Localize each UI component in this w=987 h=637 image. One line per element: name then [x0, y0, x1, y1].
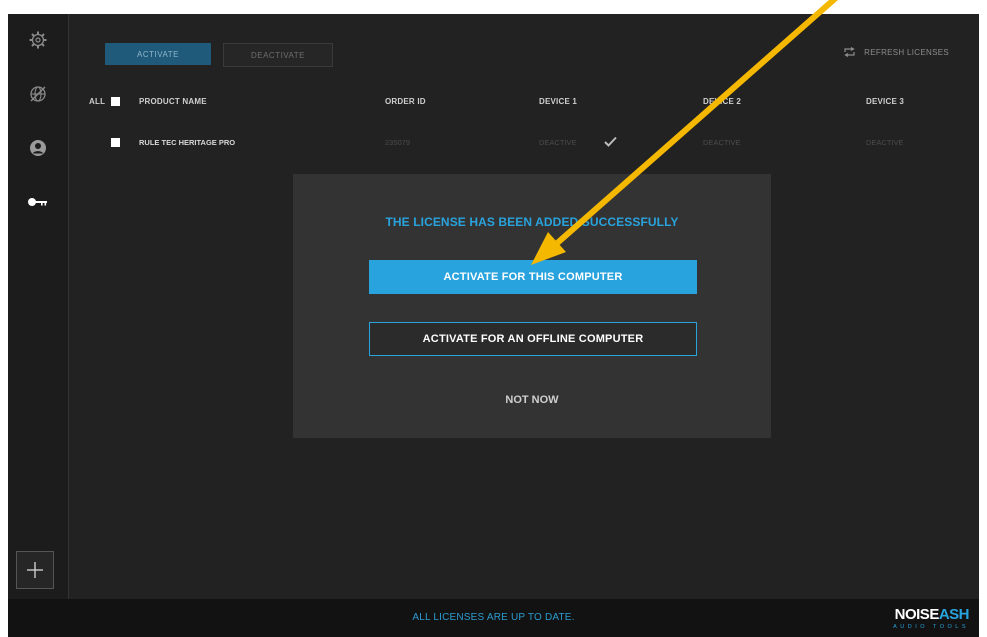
status-bar: ALL LICENSES ARE UP TO DATE. NOISEASH AU… — [8, 599, 979, 637]
row-checkbox[interactable] — [111, 138, 120, 147]
column-header-device3: DEVICE 3 — [866, 97, 905, 106]
row-order-id: 235079 — [385, 138, 411, 147]
activate-button[interactable]: ACTIVATE — [105, 43, 211, 65]
status-message: ALL LICENSES ARE UP TO DATE. — [412, 612, 575, 623]
logo-text-ash: ASH — [938, 606, 970, 623]
column-header-device1: DEVICE 1 — [539, 97, 578, 106]
select-all-checkbox[interactable] — [111, 97, 120, 106]
checkmark-icon — [604, 136, 617, 147]
deactivate-button[interactable]: DEACTIVATE — [223, 43, 333, 67]
column-header-device2: DEVICE 2 — [703, 97, 742, 106]
refresh-licenses-button[interactable]: REFRESH LICENSES — [843, 47, 949, 57]
refresh-icon — [844, 47, 855, 57]
add-license-button[interactable] — [16, 551, 54, 589]
logo-text-noise: NOISE — [894, 606, 940, 623]
row-device3-status: DEACTIVE — [866, 138, 904, 147]
activate-this-computer-button[interactable]: ACTIVATE FOR THIS COMPUTER — [369, 260, 697, 294]
key-icon[interactable] — [8, 184, 68, 220]
dialog-title: THE LICENSE HAS BEEN ADDED SUCCESSFULLY — [385, 215, 679, 229]
row-product-name: RULE TEC HERITAGE PRO — [139, 138, 236, 147]
globe-icon[interactable] — [8, 76, 68, 112]
refresh-licenses-label: REFRESH LICENSES — [864, 47, 949, 57]
row-device2-status: DEACTIVE — [703, 138, 741, 147]
noiseash-logo: NOISEASH AUDIO TOOLS — [879, 606, 969, 634]
row-device1-status: DEACTIVE — [539, 138, 577, 147]
gear-icon[interactable] — [8, 22, 68, 58]
plus-icon — [27, 562, 43, 578]
select-all-label: ALL — [89, 97, 106, 106]
sidebar — [8, 14, 69, 599]
not-now-button[interactable]: NOT NOW — [293, 394, 771, 406]
logo-subtitle: AUDIO TOOLS — [893, 624, 969, 630]
column-header-product: PRODUCT NAME — [139, 97, 207, 106]
license-added-dialog: THE LICENSE HAS BEEN ADDED SUCCESSFULLY … — [293, 174, 771, 438]
activate-offline-computer-button[interactable]: ACTIVATE FOR AN OFFLINE COMPUTER — [369, 322, 697, 356]
column-header-order-id: ORDER ID — [385, 97, 426, 106]
user-icon[interactable] — [8, 130, 68, 166]
